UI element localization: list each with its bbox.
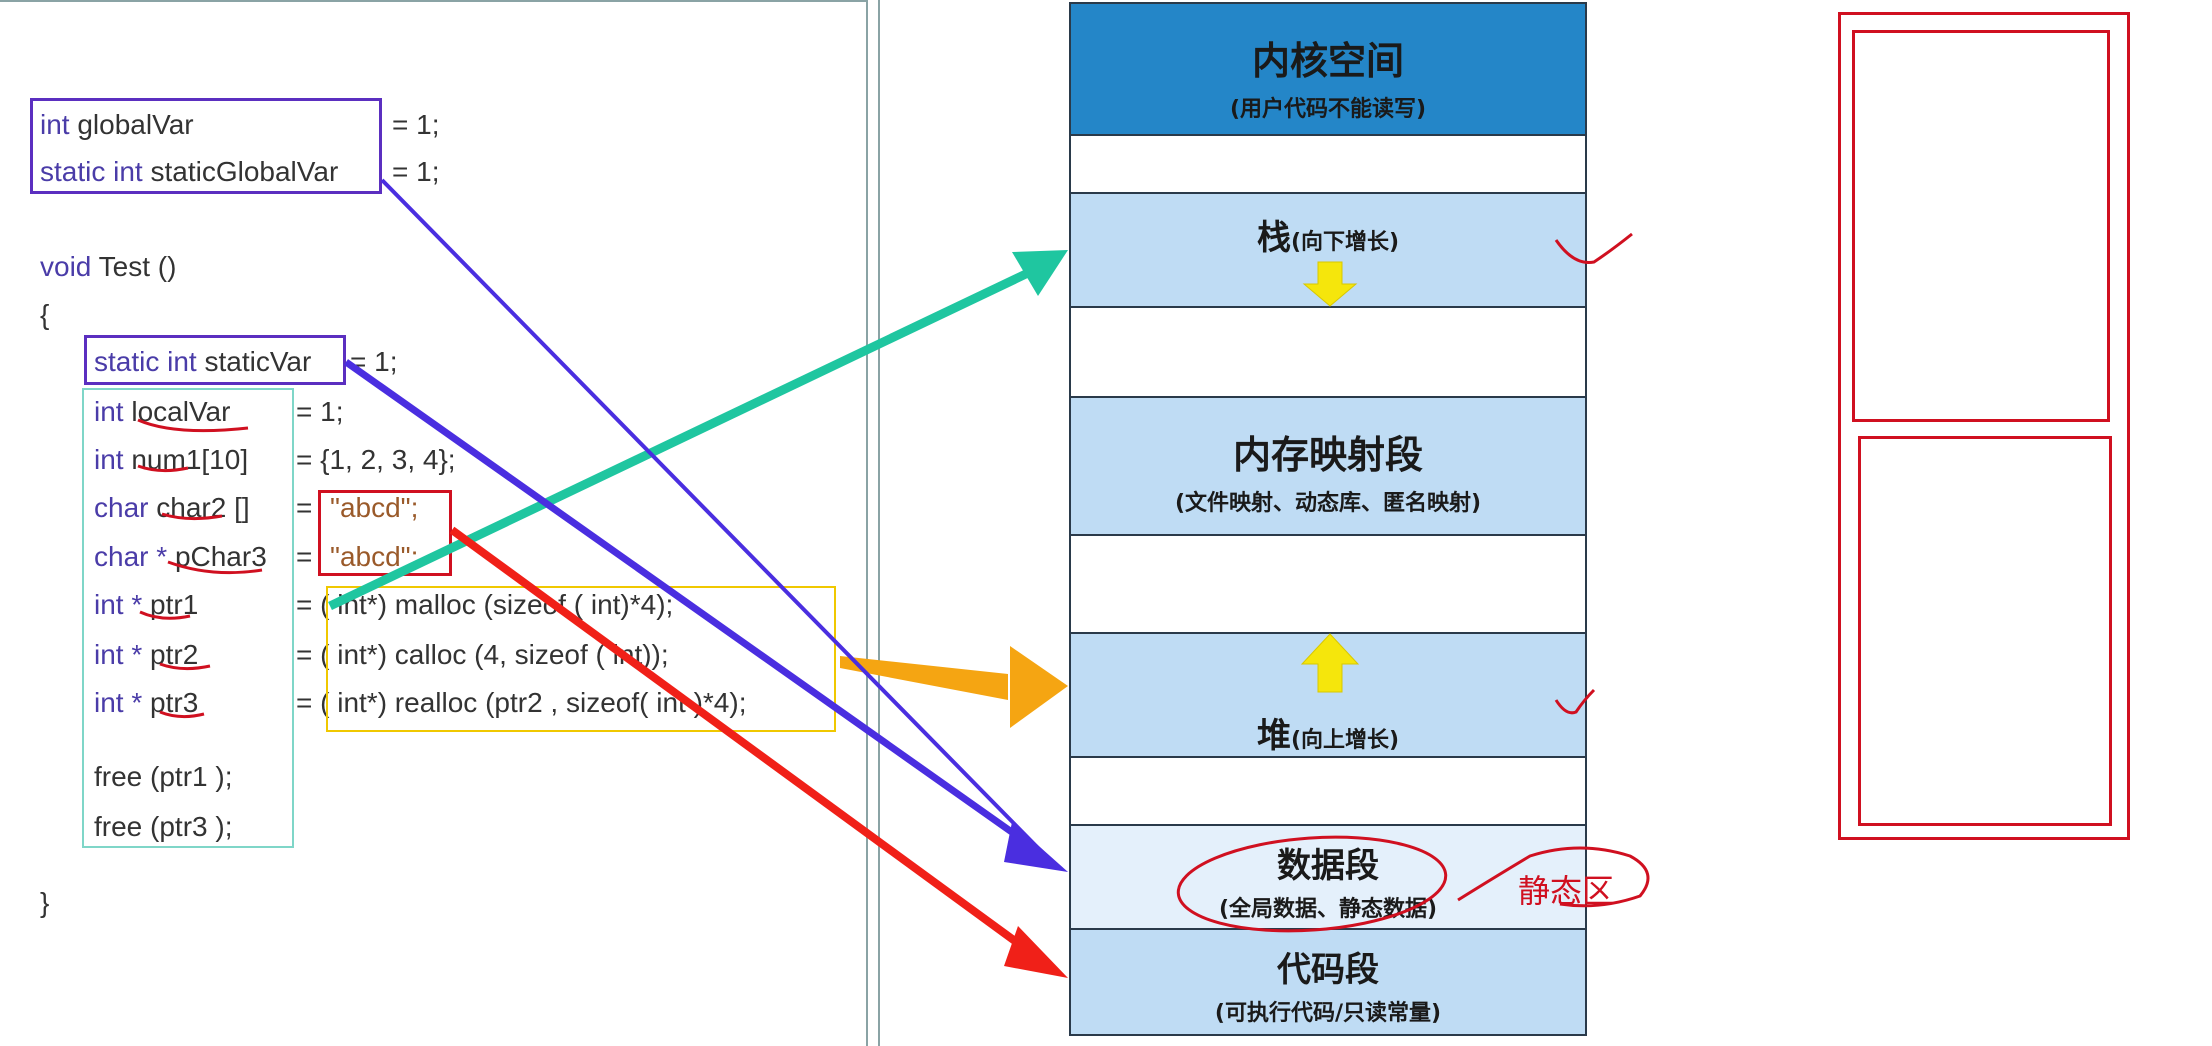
arrows-overlay — [137, 178, 1650, 978]
underline-ptr1 — [139, 610, 191, 620]
global-var-to-data-line — [380, 178, 1042, 852]
underline-ptr3 — [159, 710, 205, 719]
static-area-bracket — [1457, 846, 1650, 908]
heap-checkmark — [1554, 688, 1596, 715]
data-arrow-head — [1004, 822, 1068, 872]
underline-num1 — [137, 464, 189, 473]
heap-arrow-head — [1010, 646, 1068, 728]
heap-grow-up-arrow — [1300, 633, 1360, 693]
heap-arrow-body — [840, 656, 1008, 700]
data-segment-ellipse — [1176, 835, 1448, 933]
underline-localvar — [137, 418, 249, 433]
code-arrow-line — [449, 526, 1033, 956]
stack-grow-down-arrow — [1302, 261, 1358, 307]
code-arrow-head — [1004, 926, 1068, 978]
underline-pchar3 — [167, 560, 263, 575]
stack-arrow-line — [328, 267, 1032, 611]
underline-char2 — [161, 512, 223, 521]
underline-ptr2 — [159, 662, 211, 671]
stack-checkmark — [1554, 232, 1633, 265]
